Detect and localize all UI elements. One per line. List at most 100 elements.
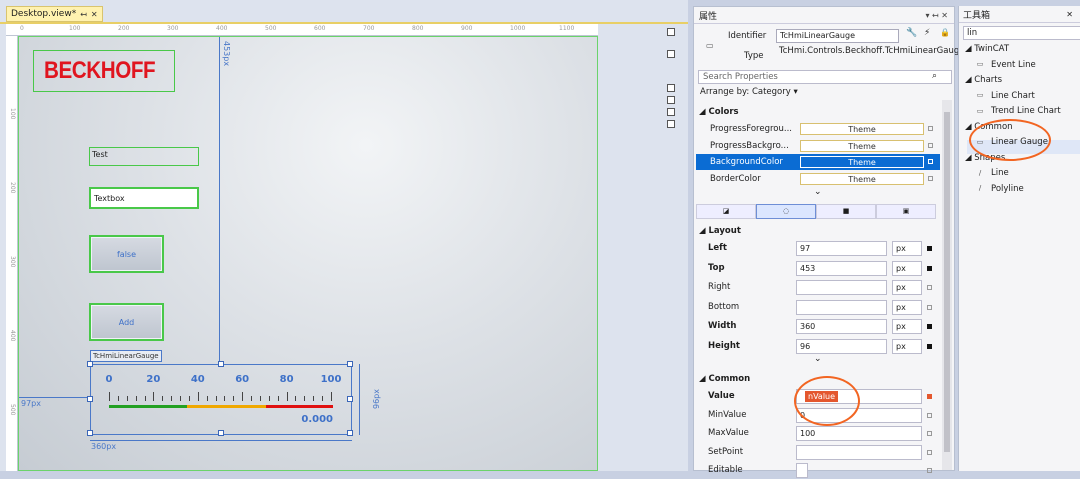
unit-dropdown[interactable]: px: [892, 299, 922, 315]
reset-indicator[interactable]: [927, 304, 932, 310]
resize-handle[interactable]: [87, 361, 93, 367]
align-top-icon[interactable]: [667, 120, 675, 128]
pin-icon[interactable]: ↤: [80, 10, 87, 19]
toolbox-group-header[interactable]: ◢ TwinCAT: [965, 44, 1009, 54]
gauge-tick: [215, 396, 217, 401]
reset-indicator[interactable]: [927, 343, 932, 349]
image-brush-tab[interactable]: ■: [816, 204, 876, 219]
common-section-header[interactable]: ◢ Common: [699, 374, 750, 384]
gauge-name-tag: TcHmiLinearGauge: [90, 350, 162, 362]
wrench-icon[interactable]: 🔧: [906, 28, 917, 38]
distribute-icon[interactable]: [667, 50, 675, 58]
align-right-icon[interactable]: [667, 108, 675, 116]
resize-handle[interactable]: [87, 430, 93, 436]
toolbox-item[interactable]: / Polyline: [975, 184, 1024, 194]
property-search-input[interactable]: Search Properties: [698, 70, 952, 84]
reset-indicator[interactable]: [927, 394, 932, 399]
gauge-value: 0.000: [301, 414, 333, 425]
align-center-icon[interactable]: [667, 96, 675, 104]
arrange-by-dropdown[interactable]: Arrange by: Category ▾: [700, 87, 798, 97]
layout-property-input[interactable]: 453: [796, 260, 887, 276]
solid-brush-tab[interactable]: ◪: [696, 204, 756, 219]
close-icon[interactable]: ✕: [91, 10, 98, 19]
common-property-input[interactable]: [796, 444, 922, 460]
common-property-input[interactable]: 100: [796, 426, 922, 441]
common-property-row: SetPoint: [708, 444, 938, 461]
ruler-tick-label: 800: [412, 25, 424, 32]
reset-indicator[interactable]: [927, 285, 932, 290]
color-property-row[interactable]: BorderColor Theme: [696, 171, 940, 187]
resize-handle[interactable]: [347, 430, 353, 436]
gauge-scale: 0 20 40 60 80 100: [106, 374, 341, 404]
reset-indicator[interactable]: [927, 449, 932, 455]
beckhoff-logo[interactable]: BECKHOFF: [33, 50, 175, 92]
resize-handle[interactable]: [218, 430, 224, 436]
chevron-down-icon[interactable]: ⌄: [814, 187, 822, 197]
toolbox-item[interactable]: ▭ Trend Line Chart: [975, 106, 1061, 116]
ruler-tick-label: 1100: [559, 25, 575, 32]
unit-dropdown[interactable]: px: [892, 280, 922, 295]
reset-indicator[interactable]: [927, 246, 932, 251]
identifier-section: ▭ Identifier TcHmiLinearGauge 🔧 ⚡ 🔒 Type…: [694, 25, 965, 71]
color-property-row[interactable]: BackgroundColor Theme: [696, 154, 940, 170]
color-property-value[interactable]: Theme: [800, 172, 924, 185]
resize-handle[interactable]: [347, 396, 353, 402]
layout-property-input[interactable]: 96: [796, 338, 887, 354]
chevron-down-icon[interactable]: ⌄: [814, 354, 822, 364]
reset-indicator[interactable]: [928, 175, 933, 181]
no-brush-tab[interactable]: ▣: [876, 204, 936, 219]
layout-property-input[interactable]: 360: [796, 319, 887, 334]
reset-indicator[interactable]: [927, 324, 932, 329]
ruler-tick-label: 1000: [510, 25, 526, 32]
width-dimension-line: [90, 440, 352, 441]
close-icon[interactable]: ✕: [1066, 10, 1073, 19]
gradient-brush-tab[interactable]: ◌: [756, 204, 816, 219]
align-left-icon[interactable]: [667, 84, 675, 92]
color-property-row[interactable]: ProgressForegrou... Theme: [696, 121, 940, 137]
layout-property-input[interactable]: 97: [796, 241, 887, 256]
toolbox-item[interactable]: ▭ Line Chart: [975, 91, 1035, 101]
unit-dropdown[interactable]: px: [892, 319, 922, 334]
color-property-row[interactable]: ProgressBackgro... Theme: [696, 138, 940, 154]
reset-indicator[interactable]: [928, 126, 933, 131]
color-property-value[interactable]: Theme: [800, 156, 924, 168]
resize-handle[interactable]: [347, 361, 353, 367]
color-property-value[interactable]: Theme: [800, 123, 924, 135]
reset-indicator[interactable]: [928, 142, 933, 148]
document-tab[interactable]: Desktop.view* ↤ ✕: [6, 6, 103, 22]
properties-scrollbar[interactable]: [942, 100, 952, 470]
align-icon[interactable]: [667, 28, 675, 36]
toolbox-item[interactable]: ▭ Event Line: [975, 60, 1036, 70]
reset-indicator[interactable]: [927, 265, 932, 271]
unit-dropdown[interactable]: px: [892, 241, 922, 256]
resize-handle[interactable]: [218, 361, 224, 367]
reset-indicator[interactable]: [928, 159, 933, 164]
design-canvas[interactable]: BECKHOFF Test Textbox false Add 453px 97…: [18, 36, 598, 471]
unit-dropdown[interactable]: px: [892, 260, 922, 276]
unit-dropdown[interactable]: px: [892, 338, 922, 354]
toolbox-group-header[interactable]: ◢ Charts: [965, 75, 1002, 85]
toolbox-item[interactable]: / Line: [975, 168, 1009, 178]
reset-indicator[interactable]: [927, 431, 932, 436]
colors-section-header[interactable]: ◢ Colors: [699, 107, 739, 117]
layout-property-name: Height: [708, 340, 740, 351]
identifier-input[interactable]: TcHmiLinearGauge: [776, 29, 899, 43]
add-button[interactable]: Add: [89, 303, 164, 341]
test-label[interactable]: Test: [89, 147, 199, 166]
reset-indicator[interactable]: [927, 412, 932, 418]
layout-property-input[interactable]: [796, 280, 887, 295]
textbox-control[interactable]: Textbox: [89, 187, 199, 209]
toolbox-search-input[interactable]: lin: [963, 26, 1080, 40]
resize-handle[interactable]: [87, 396, 93, 402]
linear-gauge-control[interactable]: 0 20 40 60 80 100 0.000: [87, 361, 353, 436]
color-property-value[interactable]: Theme: [800, 139, 924, 152]
lightning-icon[interactable]: ⚡: [924, 28, 930, 38]
panel-window-buttons[interactable]: ▾ ↤ ✕: [925, 11, 948, 20]
false-button[interactable]: false: [89, 235, 164, 273]
search-icon[interactable]: ⌕: [932, 71, 937, 81]
layout-property-input[interactable]: [796, 299, 887, 315]
layout-section-header[interactable]: ◢ Layout: [699, 226, 741, 236]
lock-icon[interactable]: 🔒: [940, 28, 950, 37]
scrollbar-thumb[interactable]: [944, 112, 950, 452]
horizontal-ruler: 0 100 200 300 400 500 600 700 800 900 1000 1100: [6, 24, 598, 36]
